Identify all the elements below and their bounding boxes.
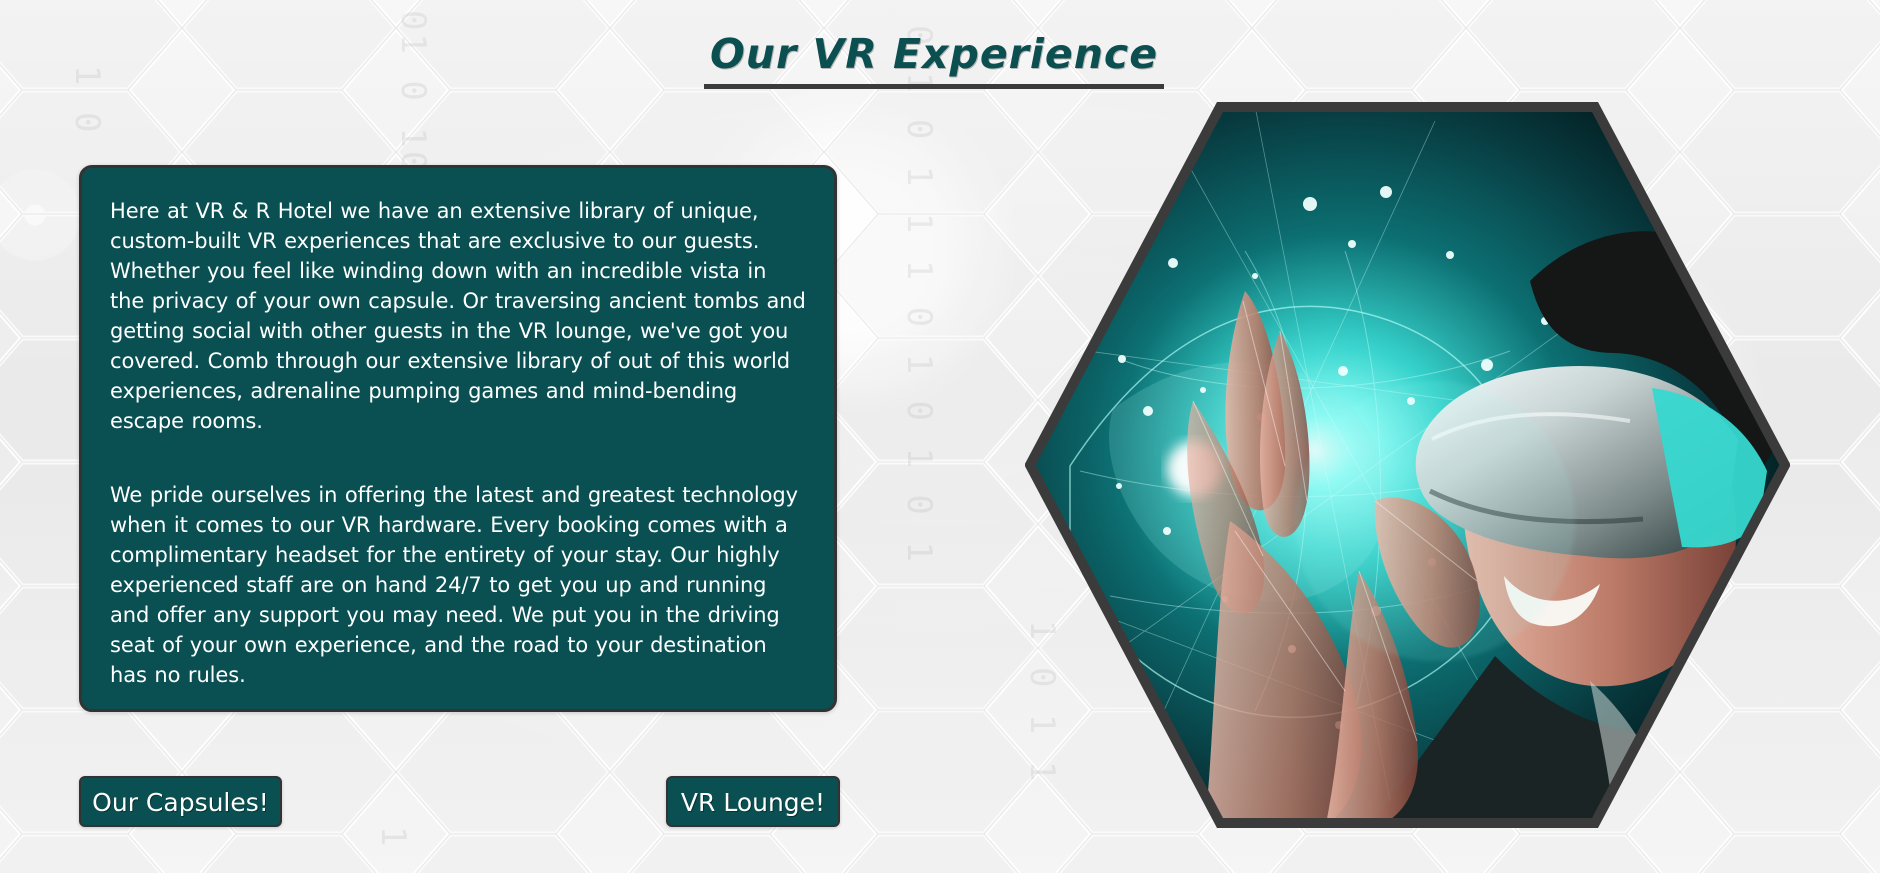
description-card: Here at VR & R Hotel we have an extensiv… [79, 165, 837, 712]
title-underline [704, 84, 1164, 89]
our-capsules-button[interactable]: Our Capsules! [79, 776, 282, 827]
vr-lounge-button[interactable]: VR Lounge! [666, 776, 840, 827]
vr-headset-globe-image [1025, 102, 1790, 828]
description-paragraph-2: We pride ourselves in offering the lates… [110, 483, 798, 687]
page-title: Our VR Experience [709, 30, 1159, 78]
description-paragraph-1: Here at VR & R Hotel we have an extensiv… [110, 199, 806, 433]
